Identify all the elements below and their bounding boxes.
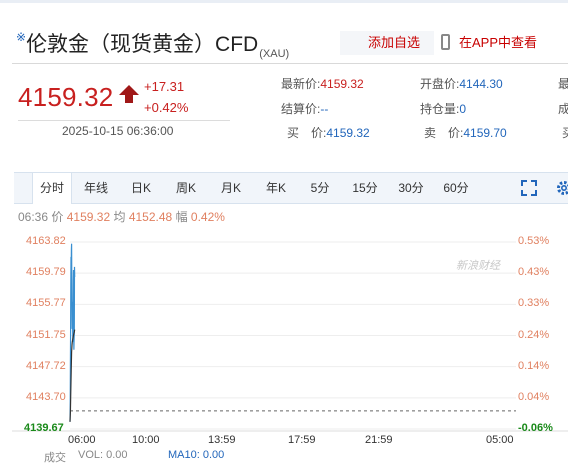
info-range: 0.42% <box>191 210 225 224</box>
y-tick-pct-label: 0.14% <box>518 360 549 372</box>
header-divider <box>12 63 568 64</box>
stat-oi-value: 0 <box>459 102 466 116</box>
tab-year-line[interactable]: 年线 <box>78 173 114 203</box>
star-mark: ※ <box>16 30 26 44</box>
y-tick-label: 4155.77 <box>26 297 70 309</box>
timestamp-divider <box>18 120 230 121</box>
phone-icon <box>441 34 450 50</box>
current-price: 4159.32 <box>18 82 113 113</box>
tab-5min[interactable]: 5分 <box>305 173 335 203</box>
stat-col3-label2: 成 <box>558 102 568 116</box>
price-change-percent: +0.42% <box>144 100 188 115</box>
quote-timestamp: 2025-10-15 06:36:00 <box>62 124 173 138</box>
stat-bid-label: 买 价: <box>287 126 326 140</box>
x-tick-label: 13:59 <box>208 434 236 446</box>
y-tick-label: 4139.67 <box>24 422 68 434</box>
y-tick-pct-label: 0.24% <box>518 329 549 341</box>
y-tick-pct-label: -0.06% <box>518 422 553 434</box>
x-tick-label: 10:00 <box>132 434 160 446</box>
fullscreen-icon[interactable] <box>520 179 538 197</box>
tab-daily-k[interactable]: 日K <box>124 173 158 203</box>
price-change: +17.31 <box>144 79 184 94</box>
stat-latest-value: 4159.32 <box>320 77 363 91</box>
x-tick-label: 21:59 <box>365 434 393 446</box>
instrument-code: (XAU) <box>259 48 289 60</box>
page-title: ※伦敦金（现货黄金）CFD(XAU) <box>16 28 289 58</box>
ma10-value: MA10: 0.00 <box>168 449 224 461</box>
stat-settle-label: 结算价: <box>281 102 320 116</box>
stat-open-interest: 持仓量:0 <box>420 100 466 117</box>
info-time: 06:36 <box>18 210 48 224</box>
ma10-label: MA10: 0.00 <box>168 449 224 461</box>
stat-col3-row3: 买 <box>562 124 568 141</box>
y-tick-label: 4159.79 <box>26 266 70 278</box>
volume-label: VOL: 0.00 <box>78 449 128 461</box>
y-tick-pct-label: 0.53% <box>518 235 549 247</box>
y-tick-label: 4143.70 <box>26 391 70 403</box>
y-tick-label: 4147.72 <box>26 360 70 372</box>
info-price: 4159.32 <box>67 210 110 224</box>
y-tick-label: 4151.75 <box>26 329 70 341</box>
sina-watermark: 新浪财经 <box>456 257 500 273</box>
tab-weekly-k[interactable]: 周K <box>169 173 203 203</box>
instrument-name: 伦敦金（现货黄金）CFD <box>26 33 258 56</box>
open-in-app-button[interactable]: 在APP中查看 <box>437 31 537 55</box>
top-border <box>0 0 568 3</box>
volume-title: 成交 <box>44 449 66 465</box>
period-tabs: 分时 年线 日K 周K 月K 年K 5分 15分 30分 60分 <box>14 172 568 204</box>
stat-settle: 结算价:-- <box>281 100 328 117</box>
tab-yearly-k[interactable]: 年K <box>259 173 293 203</box>
y-tick-pct-label: 0.33% <box>518 297 549 309</box>
add-watchlist-label: 添加自选 <box>368 35 420 50</box>
add-watchlist-button[interactable]: 添加自选 <box>340 31 434 55</box>
stat-ask-label: 卖 价: <box>424 126 463 140</box>
arrow-up-icon <box>118 84 140 104</box>
stat-open: 开盘价:4144.30 <box>420 75 503 92</box>
y-tick-pct-label: 0.04% <box>518 391 549 403</box>
tab-intraday[interactable]: 分时 <box>32 173 72 204</box>
info-avg: 4152.48 <box>129 210 172 224</box>
tab-15min[interactable]: 15分 <box>347 173 383 203</box>
stat-ask-value: 4159.70 <box>463 126 506 140</box>
tab-30min[interactable]: 30分 <box>393 173 429 203</box>
info-avg-label: 均 <box>113 210 125 224</box>
stat-bid-value: 4159.32 <box>326 126 369 140</box>
stat-col3-label3: 买 <box>562 126 568 140</box>
x-tick-label: 06:00 <box>68 434 96 446</box>
stat-open-value: 4144.30 <box>459 77 502 91</box>
stat-bid: 买 价:4159.32 <box>287 124 370 141</box>
stat-latest-label: 最新价: <box>281 77 320 91</box>
open-in-app-label: 在APP中查看 <box>459 35 537 50</box>
tab-monthly-k[interactable]: 月K <box>214 173 248 203</box>
stat-col3-row2: 成 <box>558 100 568 117</box>
settings-icon[interactable] <box>555 179 568 197</box>
stat-ask: 卖 价:4159.70 <box>424 124 507 141</box>
stat-col3-label1: 最 <box>558 77 568 91</box>
y-tick-label: 4163.82 <box>26 235 70 247</box>
stat-oi-label: 持仓量: <box>420 102 459 116</box>
x-tick-label: 17:59 <box>288 434 316 446</box>
tab-60min[interactable]: 60分 <box>438 173 474 203</box>
x-tick-label: 05:00 <box>486 434 514 446</box>
intraday-chart[interactable]: 新浪财经 4163.82 0.53% 4159.79 0.43% 4155.77 0.33… <box>0 225 568 459</box>
stat-latest: 最新价:4159.32 <box>281 75 364 92</box>
stat-col3-row1: 最 <box>558 75 568 92</box>
stat-settle-value: -- <box>320 102 328 116</box>
info-range-label: 幅 <box>176 210 188 224</box>
stat-open-label: 开盘价: <box>420 77 459 91</box>
y-tick-pct-label: 0.43% <box>518 266 549 278</box>
info-price-label: 价 <box>51 210 63 224</box>
chart-info-line: 06:36 价 4159.32 均 4152.48 幅 0.42% <box>18 208 225 225</box>
